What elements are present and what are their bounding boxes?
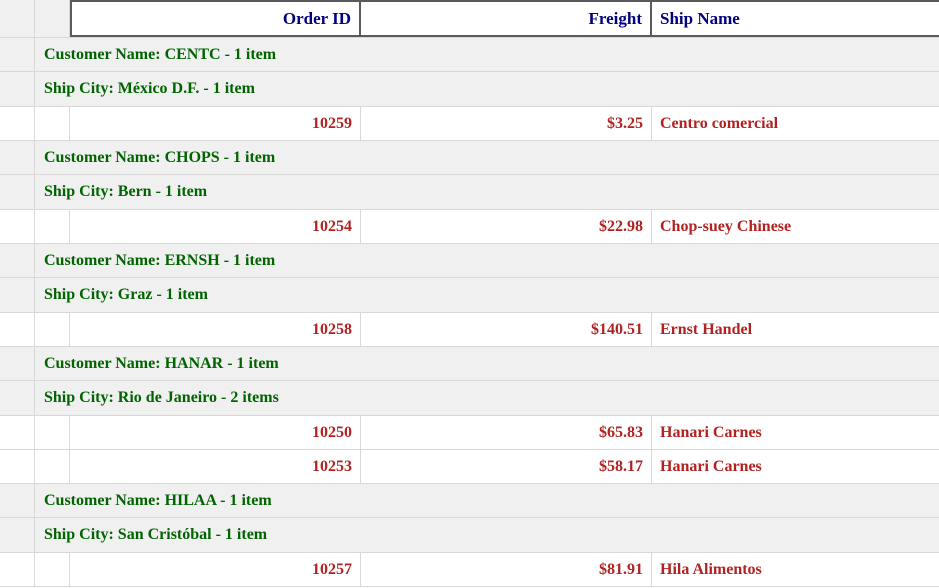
- table-row[interactable]: 10258 $140.51 Ernst Handel: [0, 313, 939, 347]
- ship-name-cell[interactable]: Ernst Handel: [652, 313, 939, 346]
- customer-group-label: Customer Name: ERNSH - 1 item: [44, 251, 276, 269]
- customer-group-row[interactable]: Customer Name: CHOPS - 1 item: [0, 141, 939, 175]
- customer-group-label: Customer Name: HANAR - 1 item: [44, 354, 279, 372]
- group-indent: [0, 244, 35, 277]
- ship-name-cell[interactable]: Hanari Carnes: [652, 416, 939, 449]
- group-indent: [35, 450, 70, 483]
- group-indent: [0, 518, 35, 552]
- table-row[interactable]: 10250 $65.83 Hanari Carnes: [0, 416, 939, 450]
- ship-name-cell[interactable]: Chop-suey Chinese: [652, 210, 939, 243]
- city-group-label: Ship City: San Cristóbal - 1 item: [44, 526, 268, 543]
- order-id-cell[interactable]: 10250: [70, 416, 361, 449]
- group-indent: [35, 107, 70, 140]
- group-indent: [0, 450, 35, 483]
- group-indent: [0, 107, 35, 140]
- table-row[interactable]: 10254 $22.98 Chop-suey Chinese: [0, 210, 939, 244]
- group-indent-header-1: [0, 0, 35, 37]
- freight-cell[interactable]: $140.51: [361, 313, 652, 346]
- city-group-row[interactable]: Ship City: Graz - 1 item: [0, 278, 939, 313]
- city-group-label: Ship City: Graz - 1 item: [44, 286, 208, 303]
- freight-cell[interactable]: $22.98: [361, 210, 652, 243]
- group-indent: [0, 175, 35, 209]
- city-group-row[interactable]: Ship City: Bern - 1 item: [0, 175, 939, 210]
- group-indent: [0, 381, 35, 415]
- customer-group-row[interactable]: Customer Name: HANAR - 1 item: [0, 347, 939, 381]
- grid-header-row: Order ID Freight Ship Name: [0, 0, 939, 38]
- customer-group-row[interactable]: Customer Name: ERNSH - 1 item: [0, 244, 939, 278]
- group-indent: [35, 210, 70, 243]
- column-header-ship-name[interactable]: Ship Name: [652, 0, 939, 37]
- freight-cell[interactable]: $3.25: [361, 107, 652, 140]
- column-header-freight[interactable]: Freight: [361, 0, 652, 37]
- order-id-cell[interactable]: 10259: [70, 107, 361, 140]
- group-indent-header-2: [35, 0, 70, 37]
- group-indent: [35, 553, 70, 586]
- group-indent: [0, 141, 35, 174]
- group-indent: [0, 72, 35, 106]
- ship-name-cell[interactable]: Hila Alimentos: [652, 553, 939, 586]
- table-row[interactable]: 10259 $3.25 Centro comercial: [0, 107, 939, 141]
- group-indent: [0, 416, 35, 449]
- table-row[interactable]: 10253 $58.17 Hanari Carnes: [0, 450, 939, 484]
- customer-group-row[interactable]: Customer Name: CENTC - 1 item: [0, 38, 939, 72]
- order-id-cell[interactable]: 10253: [70, 450, 361, 483]
- group-indent: [0, 38, 35, 71]
- city-group-row[interactable]: Ship City: Rio de Janeiro - 2 items: [0, 381, 939, 416]
- order-id-cell[interactable]: 10257: [70, 553, 361, 586]
- group-indent: [35, 313, 70, 346]
- city-group-label: Ship City: México D.F. - 1 item: [44, 80, 255, 97]
- customer-group-row[interactable]: Customer Name: HILAA - 1 item: [0, 484, 939, 518]
- freight-cell[interactable]: $65.83: [361, 416, 652, 449]
- column-header-order-id[interactable]: Order ID: [70, 0, 361, 37]
- customer-group-label: Customer Name: CHOPS - 1 item: [44, 148, 276, 166]
- table-row[interactable]: 10257 $81.91 Hila Alimentos: [0, 553, 939, 587]
- ship-name-cell[interactable]: Centro comercial: [652, 107, 939, 140]
- order-id-cell[interactable]: 10258: [70, 313, 361, 346]
- city-group-label: Ship City: Bern - 1 item: [44, 183, 208, 200]
- group-indent: [0, 347, 35, 380]
- freight-cell[interactable]: $81.91: [361, 553, 652, 586]
- city-group-row[interactable]: Ship City: México D.F. - 1 item: [0, 72, 939, 107]
- group-indent: [0, 210, 35, 243]
- group-indent: [35, 416, 70, 449]
- group-indent: [0, 484, 35, 517]
- customer-group-label: Customer Name: HILAA - 1 item: [44, 491, 272, 509]
- group-indent: [0, 313, 35, 346]
- ship-name-cell[interactable]: Hanari Carnes: [652, 450, 939, 483]
- city-group-row[interactable]: Ship City: San Cristóbal - 1 item: [0, 518, 939, 553]
- customer-group-label: Customer Name: CENTC - 1 item: [44, 45, 277, 63]
- city-group-label: Ship City: Rio de Janeiro - 2 items: [44, 389, 279, 406]
- order-id-cell[interactable]: 10254: [70, 210, 361, 243]
- freight-cell[interactable]: $58.17: [361, 450, 652, 483]
- grouped-data-grid: Order ID Freight Ship Name Customer Name…: [0, 0, 939, 588]
- group-indent: [0, 553, 35, 586]
- group-indent: [0, 278, 35, 312]
